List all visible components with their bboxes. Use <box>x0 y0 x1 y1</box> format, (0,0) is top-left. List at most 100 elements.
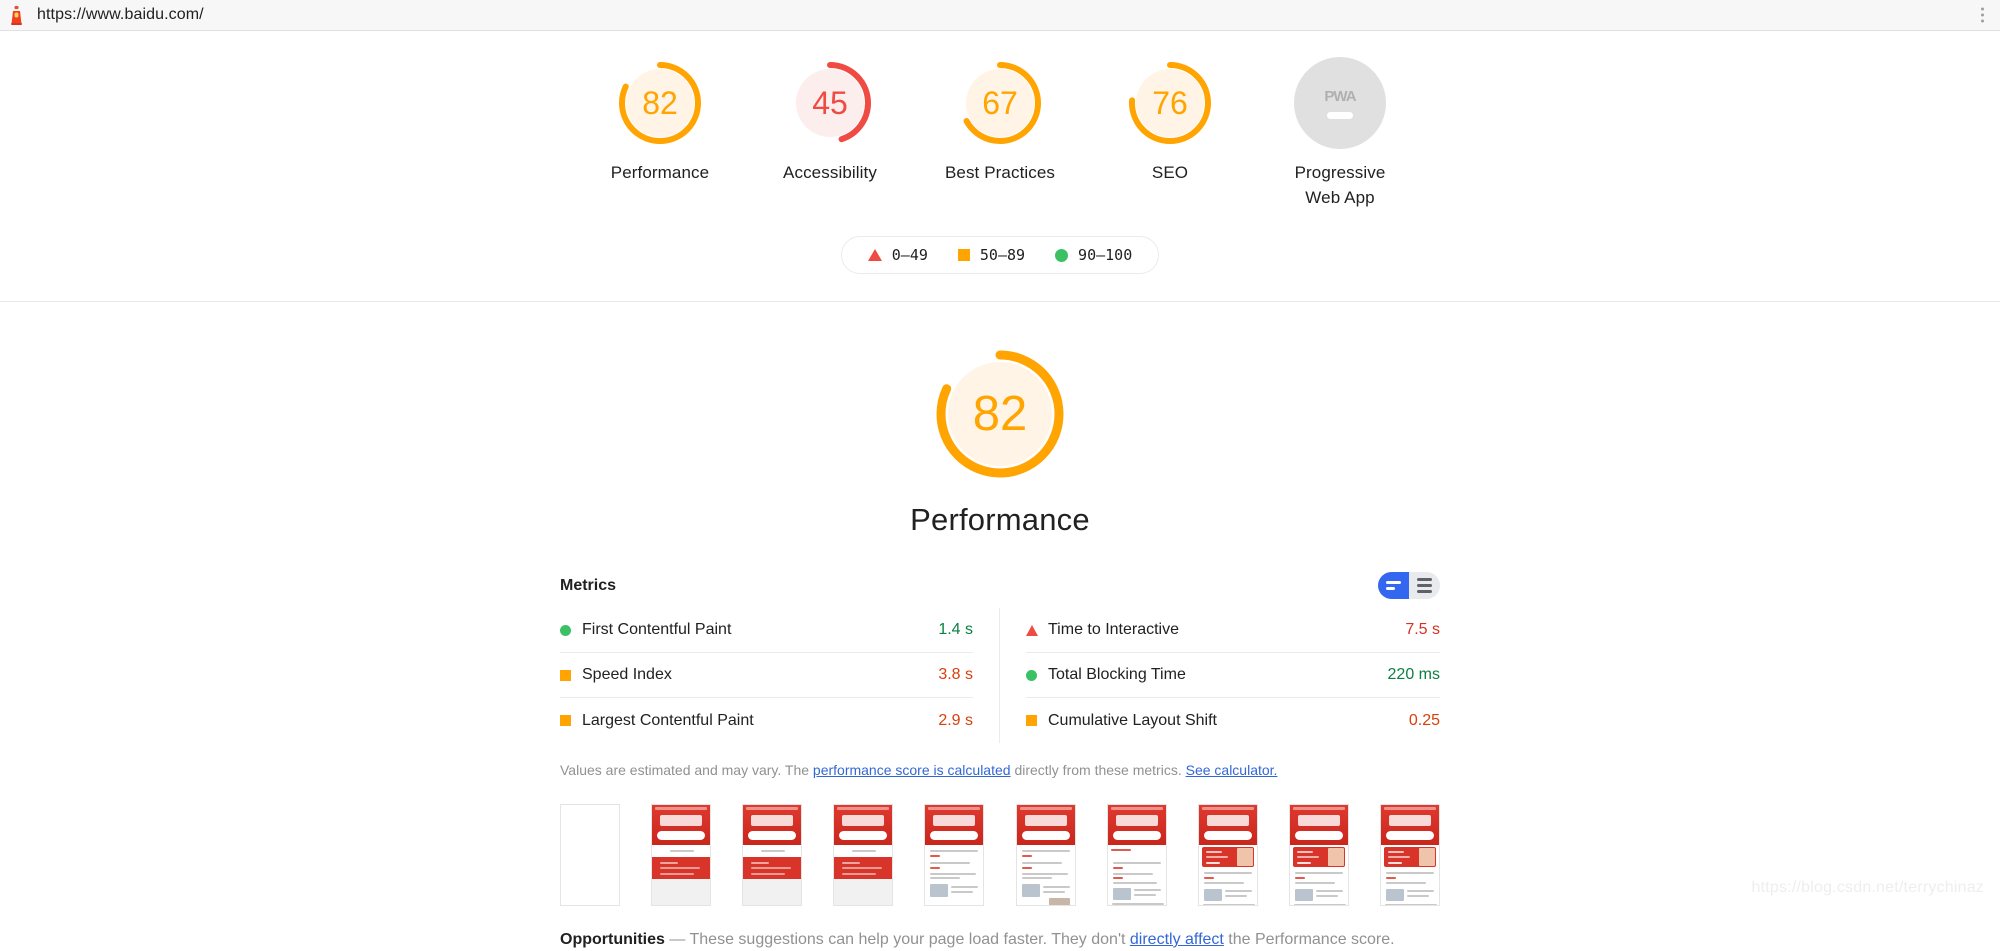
metrics-view-toggle[interactable] <box>1378 572 1440 599</box>
gauge-value-performance: 82 <box>642 85 678 121</box>
metric-value: 220 ms <box>1387 666 1440 683</box>
opportunities-text-1: These suggestions can help your page loa… <box>685 931 1130 948</box>
metric-name: Largest Contentful Paint <box>582 711 754 729</box>
filmstrip-frame[interactable] <box>651 804 712 906</box>
toggle-expanded-view[interactable] <box>1409 572 1440 599</box>
filmstrip-frame[interactable] <box>1197 804 1258 906</box>
legend-item-average: 50–89 <box>957 246 1026 264</box>
circle-icon <box>1026 669 1048 681</box>
toggle-compact-view[interactable] <box>1378 572 1409 599</box>
metrics-header: Metrics <box>560 572 1440 608</box>
opportunities-title: Opportunities <box>560 931 665 948</box>
score-gauge-accessibility[interactable]: 45 Accessibility <box>770 57 890 185</box>
score-legend: 0–49 50–89 90–100 <box>840 236 1160 274</box>
metric-row-first-contentful-paint[interactable]: First Contentful Paint 1.4 s <box>560 608 973 653</box>
score-gauge-performance[interactable]: 82 Performance <box>600 57 720 185</box>
metric-name: First Contentful Paint <box>582 621 732 638</box>
gauge-ring-best-practices: 67 <box>954 57 1046 149</box>
square-icon <box>560 669 582 681</box>
report-content: Metrics First Contentful Paint 1.4 s Spe <box>560 538 1440 951</box>
metric-name: Cumulative Layout Shift <box>1048 711 1217 729</box>
metrics-grid: First Contentful Paint 1.4 s Speed Index… <box>560 608 1440 743</box>
disclaimer-text-1: Values are estimated and may vary. The <box>560 762 813 778</box>
square-icon <box>1026 715 1048 726</box>
legend-range-pass: 90–100 <box>1078 246 1133 264</box>
square-icon <box>560 715 582 726</box>
big-gauge-label: Performance <box>910 502 1090 537</box>
opportunities-section: Opportunities — These suggestions can he… <box>560 906 1440 951</box>
metrics-disclaimer: Values are estimated and may vary. The p… <box>560 743 1440 780</box>
gauge-label-best-practices: Best Practices <box>944 163 1056 182</box>
big-gauge-ring: 82 <box>930 344 1070 484</box>
category-scores: 82 Performance 45 Accessibility 67 Best … <box>0 31 2000 210</box>
filmstrip-frame[interactable] <box>1288 804 1349 906</box>
score-gauge-pwa[interactable]: PWA Progressive Web App <box>1280 57 1400 210</box>
square-icon <box>957 249 970 261</box>
score-legend-wrap: 0–49 50–89 90–100 <box>0 236 2000 274</box>
gauge-ring-performance: 82 <box>614 57 706 149</box>
big-gauge-value: 82 <box>972 386 1028 441</box>
filmstrip-frame[interactable] <box>742 804 803 906</box>
metric-value: 1.4 s <box>938 621 973 638</box>
opportunities-dash: — <box>669 931 686 948</box>
screenshot-filmstrip <box>560 780 1440 906</box>
score-gauge-seo[interactable]: 76 SEO <box>1110 57 1230 185</box>
lighthouse-icon <box>8 5 25 25</box>
gauge-label-performance: Performance <box>610 163 710 182</box>
gauge-value-accessibility: 45 <box>812 85 848 121</box>
kebab-menu-icon[interactable] <box>1978 5 1987 26</box>
metric-value: 2.9 s <box>938 711 973 729</box>
toggle-bar <box>1417 578 1432 581</box>
score-gauge-best-practices[interactable]: 67 Best Practices <box>940 57 1060 185</box>
legend-range-fail: 0–49 <box>891 246 928 264</box>
metric-row-largest-contentful-paint[interactable]: Largest Contentful Paint 2.9 s <box>560 698 973 743</box>
metric-name: Speed Index <box>582 666 672 683</box>
circle-icon <box>560 624 582 636</box>
pwa-value: PWA <box>1324 87 1356 105</box>
filmstrip-frame[interactable] <box>1379 804 1440 906</box>
gauge-label-pwa: Progressive Web App <box>1294 163 1386 207</box>
metric-row-total-blocking-time[interactable]: Total Blocking Time 220 ms <box>1026 653 1440 698</box>
toggle-bar <box>1386 581 1401 584</box>
gauge-label-accessibility: Accessibility <box>783 163 877 182</box>
opportunities-text-2: the Performance score. <box>1223 931 1395 948</box>
triangle-icon <box>867 249 882 261</box>
gauge-ring-accessibility: 45 <box>784 57 876 149</box>
filmstrip-frame[interactable] <box>1106 804 1167 906</box>
performance-score-link[interactable]: performance score is calculated <box>813 762 1011 778</box>
pwa-badge-icon: PWA <box>1294 57 1386 149</box>
metrics-title: Metrics <box>560 576 617 594</box>
filmstrip-frame[interactable] <box>560 804 620 906</box>
see-calculator-link[interactable]: See calculator. <box>1186 762 1278 778</box>
toggle-bar <box>1386 587 1395 590</box>
browser-url-bar: https://www.baidu.com/ <box>0 0 2000 31</box>
performance-section-header: 82 Performance <box>0 302 2000 538</box>
triangle-icon <box>1026 624 1048 636</box>
filmstrip-frame[interactable] <box>1015 804 1076 906</box>
url-text[interactable]: https://www.baidu.com/ <box>37 6 204 24</box>
pwa-dash-icon <box>1327 111 1353 119</box>
metrics-column-right: Time to Interactive 7.5 s Total Blocking… <box>1000 608 1440 743</box>
directly-affect-link[interactable]: directly affect <box>1130 931 1224 948</box>
metric-value: 7.5 s <box>1405 621 1440 638</box>
metric-row-time-to-interactive[interactable]: Time to Interactive 7.5 s <box>1026 608 1440 653</box>
watermark: https://blog.csdn.net/terrychinaz <box>1751 879 1984 896</box>
legend-item-fail: 0–49 <box>867 246 928 264</box>
filmstrip-frame[interactable] <box>924 804 985 906</box>
metrics-column-left: First Contentful Paint 1.4 s Speed Index… <box>560 608 1000 743</box>
metric-row-speed-index[interactable]: Speed Index 3.8 s <box>560 653 973 698</box>
circle-icon <box>1055 248 1069 262</box>
metric-name: Total Blocking Time <box>1048 666 1186 683</box>
metric-row-cumulative-layout-shift[interactable]: Cumulative Layout Shift 0.25 <box>1026 698 1440 743</box>
toggle-bar <box>1417 584 1432 587</box>
legend-item-pass: 90–100 <box>1055 246 1132 264</box>
filmstrip-frame[interactable] <box>833 804 894 906</box>
metric-name: Time to Interactive <box>1048 621 1180 638</box>
gauge-value-seo: 76 <box>1152 85 1188 121</box>
legend-range-average: 50–89 <box>979 246 1026 264</box>
disclaimer-text-2: directly from these metrics. <box>1010 762 1186 778</box>
metric-value: 3.8 s <box>938 666 973 683</box>
metric-value: 0.25 <box>1408 711 1440 729</box>
toggle-bar <box>1417 590 1432 593</box>
gauge-value-best-practices: 67 <box>982 85 1018 121</box>
